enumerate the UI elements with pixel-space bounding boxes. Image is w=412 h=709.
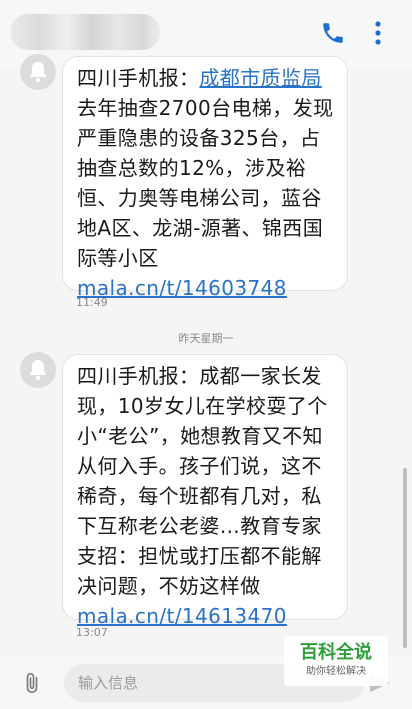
watermark: 百科全说 助你轻松解决 (284, 636, 388, 686)
message-url-link[interactable]: mala.cn/t/14603748 (77, 276, 287, 300)
watermark-subtitle: 助你轻松解决 (306, 666, 366, 677)
message-link[interactable]: 成都市质监局 (199, 66, 321, 90)
bell-icon (30, 360, 46, 381)
message-timestamp: 11:49 (76, 296, 108, 309)
message-prefix: 四川手机报： (77, 364, 200, 388)
message-body: 去年抽查2700台电梯，发现严重隐患的设备325台，占抽查总数的12%，涉及裕恒… (77, 96, 334, 270)
contact-name-blurred[interactable] (10, 14, 160, 50)
message-bubble[interactable]: 四川手机报：成都市质监局去年抽查2700台电梯，发现严重隐患的设备325台，占抽… (62, 56, 348, 300)
message-bubble[interactable]: 四川手机报：成都一家长发现，10岁女儿在学校耍了个小“老公”，她想教育又不知从何… (62, 354, 348, 628)
message-body: 成都一家长发现，10岁女儿在学校耍了个小“老公”，她想教育又不知从何入手。孩子们… (77, 364, 328, 598)
date-separator: 昨天星期一 (178, 332, 234, 345)
message-url-link[interactable]: mala.cn/t/14613470 (77, 604, 287, 628)
watermark-title: 百科全说 (300, 642, 372, 663)
sender-avatar[interactable] (20, 352, 56, 388)
message-prefix: 四川手机报： (77, 66, 200, 90)
bell-icon (30, 62, 46, 83)
phone-icon[interactable] (320, 20, 346, 46)
more-vertical-icon[interactable] (368, 18, 388, 48)
scrollbar-thumb[interactable] (403, 468, 407, 648)
message-timestamp: 13:07 (76, 626, 108, 639)
sender-avatar[interactable] (20, 54, 56, 90)
paperclip-icon[interactable] (20, 671, 44, 695)
